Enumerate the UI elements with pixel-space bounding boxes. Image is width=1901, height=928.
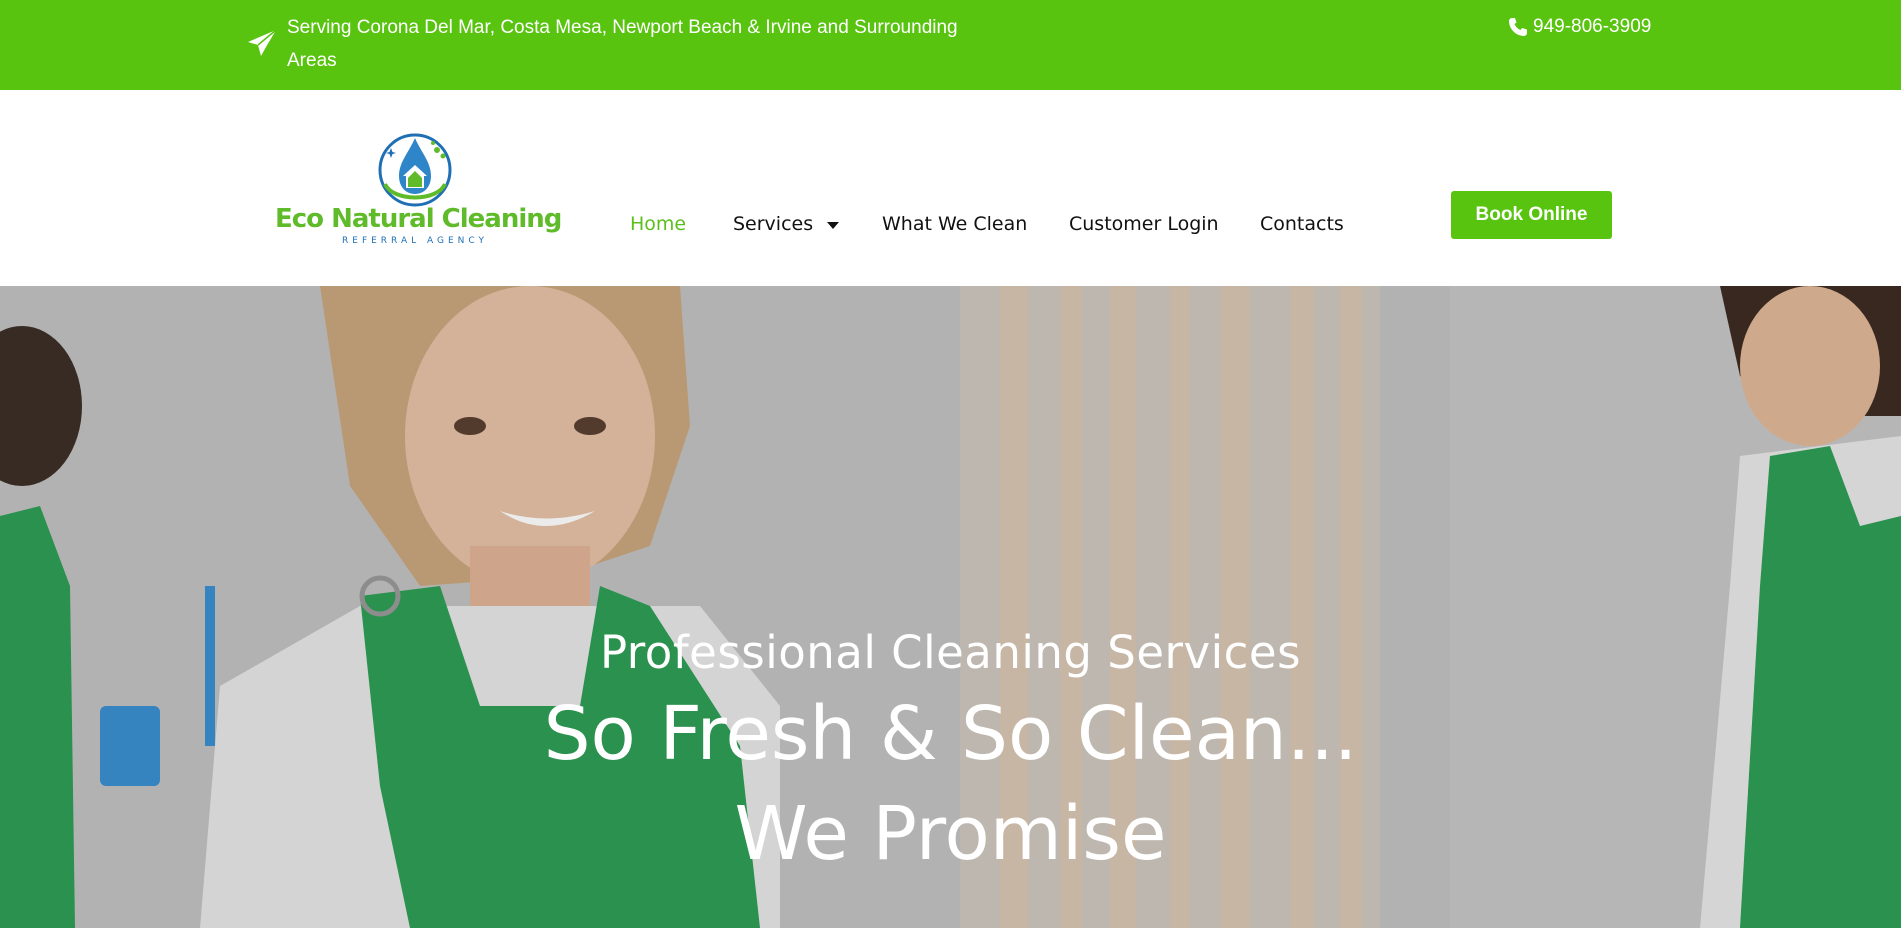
- book-online-button[interactable]: Book Online: [1451, 191, 1612, 239]
- phone-icon: [1509, 18, 1527, 36]
- nav-home-label[interactable]: Home: [630, 213, 686, 235]
- site-logo[interactable]: Eco Natural Cleaning REFERRAL AGENCY: [275, 132, 562, 252]
- nav-customer-login[interactable]: Customer Login: [1069, 208, 1219, 240]
- nav-what-we-clean[interactable]: What We Clean: [882, 208, 1027, 240]
- logo-tagline: REFERRAL AGENCY: [342, 236, 488, 246]
- caret-down-icon[interactable]: [827, 221, 840, 229]
- nav-customer-login-label[interactable]: Customer Login: [1069, 213, 1219, 235]
- nav-services-label[interactable]: Services: [733, 213, 813, 235]
- nav-contacts[interactable]: Contacts: [1260, 208, 1344, 240]
- hero-headline-line1: So Fresh & So Clean...: [543, 691, 1358, 777]
- top-info-bar: Serving Corona Del Mar, Costa Mesa, Newp…: [0, 0, 1901, 90]
- logo-wordmark: Eco Natural Cleaning: [275, 204, 562, 234]
- phone-number[interactable]: 949-806-3909: [1533, 16, 1651, 38]
- nav-home[interactable]: Home: [630, 208, 686, 240]
- nav-services[interactable]: Services: [733, 208, 840, 240]
- service-area-text: Serving Corona Del Mar, Costa Mesa, Newp…: [287, 17, 958, 71]
- paper-plane-icon: [248, 29, 277, 56]
- nav-what-we-clean-label[interactable]: What We Clean: [882, 213, 1027, 235]
- logo-emblem-icon: [378, 133, 452, 207]
- hero-subtitle: Professional Cleaning Services: [599, 626, 1302, 679]
- phone-link[interactable]: 949-806-3909: [1508, 12, 1651, 42]
- hero-section: Professional Cleaning Services So Fresh …: [0, 286, 1901, 928]
- site-header: Eco Natural Cleaning REFERRAL AGENCY Hom…: [0, 90, 1901, 286]
- nav-contacts-label[interactable]: Contacts: [1260, 213, 1344, 235]
- hero-headline-line2: We Promise: [734, 791, 1167, 877]
